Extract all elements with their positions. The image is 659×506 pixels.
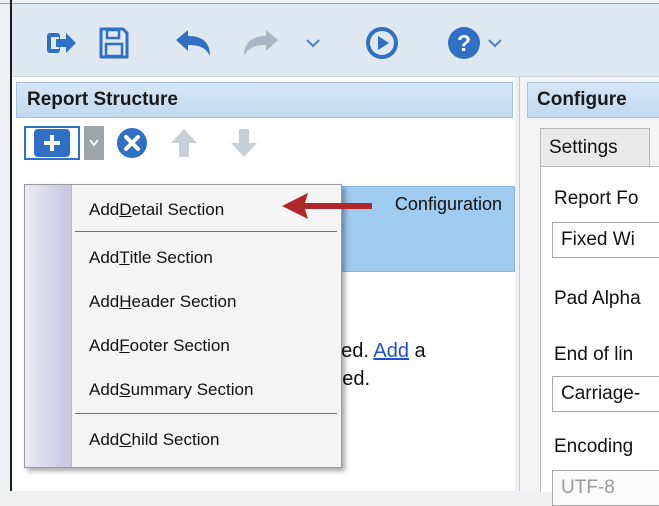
tree-item-configuration[interactable]: Configuration	[340, 186, 515, 272]
plus-icon	[34, 129, 70, 157]
menu-item-mnemonic: H	[119, 292, 132, 311]
menu-item-add-summary-section[interactable]: Add Summary Section	[72, 371, 337, 409]
menu-item-add-footer-section[interactable]: Add Footer Section	[72, 327, 337, 365]
report-format-select[interactable]: Fixed Wi	[552, 222, 659, 258]
menu-item-text: itle Section	[129, 248, 213, 267]
report-structure-header: Report Structure	[16, 82, 513, 118]
exit-icon[interactable]	[42, 22, 82, 64]
redo-dropdown-chevron-icon[interactable]	[304, 22, 322, 64]
menu-item-text: Add	[89, 430, 120, 449]
end-of-line-label: End of lin	[554, 344, 634, 365]
add-section-menu: Add Detail Section Add Title Section Add…	[24, 184, 342, 468]
menu-separator	[75, 231, 337, 232]
menu-item-add-title-section[interactable]: Add Title Section	[72, 239, 337, 277]
encoding-select[interactable]: UTF-8	[552, 470, 659, 506]
help-dropdown-chevron-icon[interactable]	[486, 22, 504, 64]
menu-item-text: Add	[89, 380, 120, 399]
menu-item-text: Add	[89, 292, 120, 311]
save-icon[interactable]	[96, 22, 132, 64]
help-icon[interactable]: ?	[444, 22, 484, 64]
redo-icon[interactable]	[238, 22, 282, 64]
run-icon[interactable]	[362, 22, 402, 64]
menu-item-mnemonic: C	[119, 430, 132, 449]
message-text: a	[414, 340, 426, 362]
menu-item-mnemonic: T	[119, 248, 130, 267]
chevron-down-icon	[89, 139, 99, 147]
menu-item-add-header-section[interactable]: Add Header Section	[72, 283, 337, 321]
delete-icon[interactable]	[114, 126, 150, 160]
menu-item-mnemonic: S	[119, 380, 131, 399]
menu-item-text: eader Section	[131, 292, 237, 311]
menu-item-mnemonic: F	[119, 336, 130, 355]
add-section-dropdown[interactable]	[84, 126, 104, 160]
add-link[interactable]: Add	[373, 340, 409, 362]
tab-settings[interactable]: Settings	[540, 128, 650, 166]
menu-item-add-child-section[interactable]: Add Child Section	[72, 421, 337, 459]
menu-item-add-detail-section[interactable]: Add Detail Section	[72, 191, 337, 229]
menu-item-text: Add	[89, 336, 120, 355]
menu-item-text: etail Section	[131, 200, 225, 219]
configure-header: Configure	[527, 82, 659, 118]
move-down-icon[interactable]	[226, 126, 262, 160]
menu-icon-gutter	[25, 185, 72, 467]
main-toolbar: ?	[12, 4, 659, 77]
pad-alpha-label: Pad Alpha	[554, 288, 641, 309]
menu-item-text: ooter Section	[129, 336, 230, 355]
tree-item-label: Configuration	[394, 194, 502, 214]
empty-message-line1: ded. Add a	[330, 340, 426, 363]
report-format-label: Report Fo	[554, 188, 639, 209]
svg-text:?: ?	[457, 30, 471, 56]
undo-icon[interactable]	[172, 22, 216, 64]
menu-item-mnemonic: D	[119, 200, 132, 219]
end-of-line-select[interactable]: Carriage-	[552, 376, 659, 412]
move-up-icon[interactable]	[166, 126, 202, 160]
add-section-button[interactable]	[24, 126, 80, 160]
menu-item-text: Add	[89, 248, 120, 267]
encoding-label: Encoding	[554, 436, 634, 457]
menu-item-text: ummary Section	[130, 380, 254, 399]
menu-item-text: Add	[89, 200, 120, 219]
menu-item-text: hild Section	[131, 430, 220, 449]
menu-separator	[75, 413, 337, 414]
